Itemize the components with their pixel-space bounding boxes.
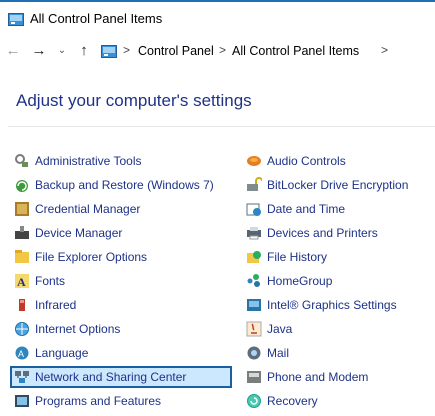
item-file-history[interactable]: File History — [246, 247, 435, 267]
item-label: Credential Manager — [35, 202, 141, 216]
item-device-manager[interactable]: Device Manager — [14, 223, 234, 243]
item-label: Date and Time — [267, 202, 346, 216]
file-history-icon — [246, 249, 262, 265]
infrared-icon — [14, 297, 30, 313]
file-explorer-options-icon — [14, 249, 30, 265]
language-icon: A — [14, 345, 30, 361]
recovery-icon — [246, 393, 262, 409]
item-label: Internet Options — [35, 322, 121, 336]
window-title: All Control Panel Items — [30, 11, 163, 26]
breadcrumb-item[interactable]: All Control Panel Items — [232, 44, 359, 58]
item-backup-restore[interactable]: Backup and Restore (Windows 7) — [14, 175, 234, 195]
item-fonts[interactable]: A Fonts — [14, 271, 234, 291]
item-devices-printers[interactable]: Devices and Printers — [246, 223, 435, 243]
date-time-icon — [246, 201, 262, 217]
network-sharing-icon — [14, 369, 30, 385]
item-label: Programs and Features — [35, 394, 162, 408]
item-label: File History — [267, 250, 328, 264]
item-credential-manager[interactable]: Credential Manager — [14, 199, 234, 219]
item-label: Audio Controls — [267, 154, 346, 168]
navigation-bar: ← → ⌄ ↑ > Control Panel > All Control Pa… — [0, 36, 435, 66]
forward-arrow-icon[interactable]: → — [30, 40, 48, 60]
device-manager-icon — [14, 225, 30, 241]
item-label: Fonts — [35, 274, 66, 288]
back-arrow-icon[interactable]: ← — [4, 40, 22, 60]
item-label: HomeGroup — [267, 274, 333, 288]
item-recovery[interactable]: Recovery — [246, 391, 435, 411]
administrative-tools-icon — [14, 153, 30, 169]
page-heading: Adjust your computer's settings — [16, 91, 252, 110]
homegroup-icon — [246, 273, 262, 289]
item-infrared[interactable]: Infrared — [14, 295, 234, 315]
up-arrow-icon[interactable]: ↑ — [75, 40, 93, 60]
item-phone-modem[interactable]: Phone and Modem — [246, 367, 435, 387]
item-file-explorer-options[interactable]: File Explorer Options — [14, 247, 234, 267]
item-intel-graphics[interactable]: Intel® Graphics Settings — [246, 295, 435, 315]
fonts-icon: A — [14, 273, 30, 289]
item-network-sharing-center[interactable]: Network and Sharing Center — [10, 366, 232, 388]
item-java[interactable]: Java — [246, 319, 435, 339]
item-date-time[interactable]: Date and Time — [246, 199, 435, 219]
item-label: Mail — [267, 346, 290, 360]
audio-controls-icon — [246, 153, 262, 169]
item-programs-features[interactable]: Programs and Features — [14, 391, 234, 411]
chevron-down-icon[interactable]: ⌄ — [53, 40, 71, 60]
item-label: Recovery — [267, 394, 318, 408]
item-administrative-tools[interactable]: Administrative Tools — [14, 151, 234, 171]
item-label: Infrared — [35, 298, 77, 312]
credential-manager-icon — [14, 201, 30, 217]
item-audio-controls[interactable]: Audio Controls — [246, 151, 435, 171]
mail-icon — [246, 345, 262, 361]
svg-text:A: A — [17, 275, 26, 289]
breadcrumb-item[interactable]: Control Panel — [138, 44, 214, 58]
item-label: Java — [267, 322, 293, 336]
item-label: Intel® Graphics Settings — [267, 298, 397, 312]
item-label: Administrative Tools — [35, 154, 142, 168]
backup-restore-icon — [14, 177, 30, 193]
item-label: Devices and Printers — [267, 226, 378, 240]
item-mail[interactable]: Mail — [246, 343, 435, 363]
item-homegroup[interactable]: HomeGroup — [246, 271, 435, 291]
intel-graphics-icon — [246, 297, 262, 313]
control-panel-icon — [8, 13, 24, 26]
item-label: Phone and Modem — [267, 370, 369, 384]
item-label: Network and Sharing Center — [35, 370, 187, 384]
bitlocker-icon — [246, 177, 262, 193]
divider — [8, 126, 435, 127]
java-icon — [246, 321, 262, 337]
item-label: File Explorer Options — [35, 250, 148, 264]
phone-modem-icon — [246, 369, 262, 385]
devices-printers-icon — [246, 225, 262, 241]
item-label: BitLocker Drive Encryption — [267, 178, 409, 192]
internet-options-icon — [14, 321, 30, 337]
item-label: Backup and Restore (Windows 7) — [35, 178, 214, 192]
title-bar: All Control Panel Items — [0, 0, 435, 36]
breadcrumb-separator: > — [219, 43, 227, 57]
item-language[interactable]: A Language — [14, 343, 234, 363]
programs-features-icon — [14, 393, 30, 409]
control-panel-icon — [101, 45, 117, 58]
item-label: Language — [35, 346, 89, 360]
breadcrumb-separator: > — [123, 43, 131, 57]
breadcrumb-separator: > — [381, 43, 389, 57]
item-label: Device Manager — [35, 226, 123, 240]
item-internet-options[interactable]: Internet Options — [14, 319, 234, 339]
svg-text:A: A — [18, 349, 24, 359]
item-bitlocker[interactable]: BitLocker Drive Encryption — [246, 175, 435, 195]
